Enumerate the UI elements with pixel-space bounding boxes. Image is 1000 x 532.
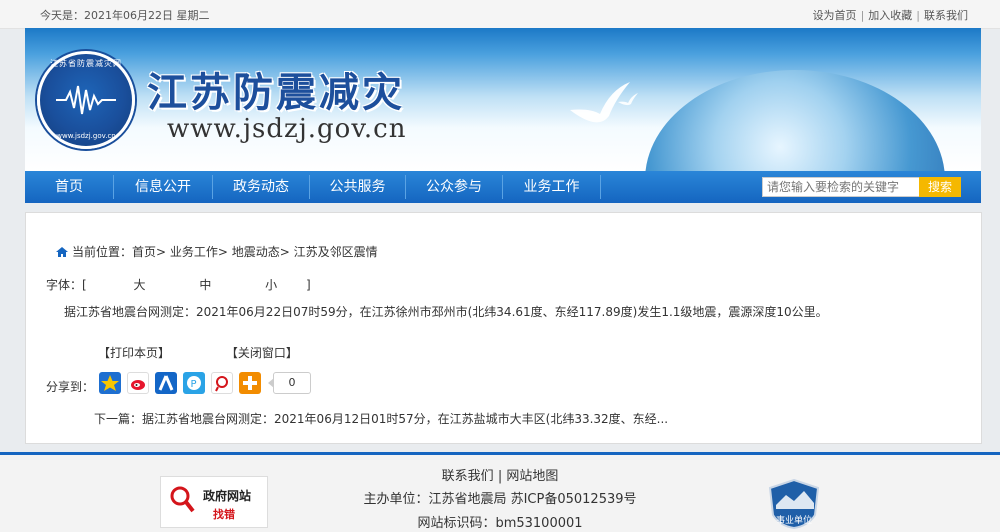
set-homepage-link[interactable]: 设为首页 — [813, 9, 857, 22]
gov-badge-subtitle: 找错 — [213, 508, 235, 521]
search-button[interactable]: 搜索 — [919, 177, 961, 197]
footer-contact-link[interactable]: 联系我们 — [442, 469, 494, 484]
article-actions: 【打印本页】 【关闭窗口】 — [98, 344, 298, 361]
font-large-option[interactable]: 大 — [109, 276, 171, 293]
tencent-icon: P — [187, 376, 201, 390]
site-url: www.jsdzj.gov.cn — [167, 114, 407, 144]
footer: 联系我们 | 网站地图 主办单位：江苏省地震局 苏ICP备05012539号 网… — [0, 452, 1000, 532]
tencent-weibo-share-icon[interactable] — [211, 372, 233, 394]
gov-badge-title: 政府网站 — [203, 489, 252, 503]
print-page-link[interactable]: 【打印本页】 — [98, 346, 170, 360]
nav-divider — [600, 175, 601, 199]
public-institution-badge[interactable]: 事业单位 — [768, 478, 820, 530]
gov-website-error-badge[interactable]: 政府网站 找错 — [160, 476, 268, 528]
home-icon — [56, 247, 68, 257]
top-links: 设为首页 | 加入收藏 | 联系我们 — [813, 7, 968, 23]
breadcrumb: 当前位置：首页> 业务工作> 地震动态> 江苏及邻区震情 — [56, 243, 378, 260]
magnifier-icon — [170, 486, 195, 513]
footer-links: 联系我们 | 网站地图 — [0, 465, 1000, 484]
article-panel: 当前位置：首页> 业务工作> 地震动态> 江苏及邻区震情 字体：[ 大 中 小 … — [25, 212, 982, 444]
footer-site-code: 网站标识码：bm53100001 — [417, 516, 583, 531]
share-label: 分享到： — [46, 380, 95, 394]
tencent-share-icon[interactable]: P — [183, 372, 205, 394]
separator: | — [916, 9, 920, 22]
main-nav: 首页 信息公开 政务动态 公共服务 公众参与 业务工作 搜索 — [25, 171, 981, 203]
logo-ring-text: 江苏省防震减灾网 — [50, 59, 122, 68]
nav-government-news[interactable]: 政务动态 — [213, 171, 309, 203]
small-bird-graphic — [618, 93, 638, 106]
search-input[interactable] — [762, 177, 920, 197]
weibo-icon — [131, 380, 145, 390]
plus-icon — [243, 376, 257, 390]
seismograph-icon — [56, 85, 116, 115]
share-icons: P 0 — [99, 372, 311, 394]
next-article-label: 下一篇： — [94, 412, 143, 426]
nav-business-work[interactable]: 业务工作 — [503, 171, 600, 203]
share-count: 0 — [268, 372, 311, 394]
qzone-share-icon[interactable] — [99, 372, 121, 394]
nav-public-service[interactable]: 公共服务 — [310, 171, 405, 203]
globe-graphic — [645, 70, 945, 171]
top-bar: 今天是：2021年06月22日 星期二 设为首页 | 加入收藏 | 联系我们 — [0, 0, 1000, 29]
footer-host-info: 主办单位：江苏省地震局 苏ICP备05012539号 — [363, 492, 637, 507]
add-favorite-link[interactable]: 加入收藏 — [868, 9, 912, 22]
next-article: 下一篇：据江苏省地震台网测定：2021年06月12日01时57分，在江苏盐城市大… — [94, 410, 668, 427]
public-institution-text: 事业单位 — [775, 516, 812, 526]
site-logo[interactable]: 江苏省防震减灾网 www.jsdzj.gov.cn — [37, 51, 135, 149]
star-icon — [101, 375, 119, 391]
article-body: 据江苏省地震台网测定：2021年06月22日07时59分，在江苏徐州市邳州市(北… — [64, 305, 828, 319]
header-banner: 江苏省防震减灾网 www.jsdzj.gov.cn 江苏防震减灾 www.jsd… — [25, 28, 981, 171]
site-title: 江苏防震减灾 — [147, 69, 405, 116]
font-medium-option[interactable]: 中 — [174, 276, 236, 293]
separator: | — [860, 9, 865, 22]
footer-sitemap-link[interactable]: 网站地图 — [506, 469, 558, 484]
weibo-share-icon[interactable] — [127, 372, 149, 394]
breadcrumb-text: 当前位置：首页> 业务工作> 地震动态> 江苏及邻区震情 — [72, 245, 378, 259]
close-window-link[interactable]: 【关闭窗口】 — [226, 346, 298, 360]
svg-text:P: P — [191, 379, 197, 390]
nav-public-participation[interactable]: 公众参与 — [406, 171, 502, 203]
renren-icon — [158, 375, 174, 391]
contact-us-link[interactable]: 联系我们 — [924, 9, 968, 22]
font-size-bar: 字体：[ 大 中 小 ] — [46, 276, 311, 293]
font-size-label: 字体：[ — [46, 278, 87, 292]
font-small-option[interactable]: 小 — [240, 276, 302, 293]
current-date: 今天是：2021年06月22日 星期二 — [40, 9, 210, 22]
logo-url-text: www.jsdzj.gov.cn — [56, 132, 116, 140]
more-share-icon[interactable] — [239, 372, 261, 394]
renren-share-icon[interactable] — [155, 372, 177, 394]
nav-home[interactable]: 首页 — [25, 171, 113, 203]
next-article-link[interactable]: 据江苏省地震台网测定：2021年06月12日01时57分，在江苏盐城市大丰区(北… — [142, 412, 668, 426]
font-size-close-bracket: ] — [306, 278, 311, 292]
tencent-weibo-icon — [215, 376, 228, 392]
nav-info-disclosure[interactable]: 信息公开 — [114, 171, 212, 203]
